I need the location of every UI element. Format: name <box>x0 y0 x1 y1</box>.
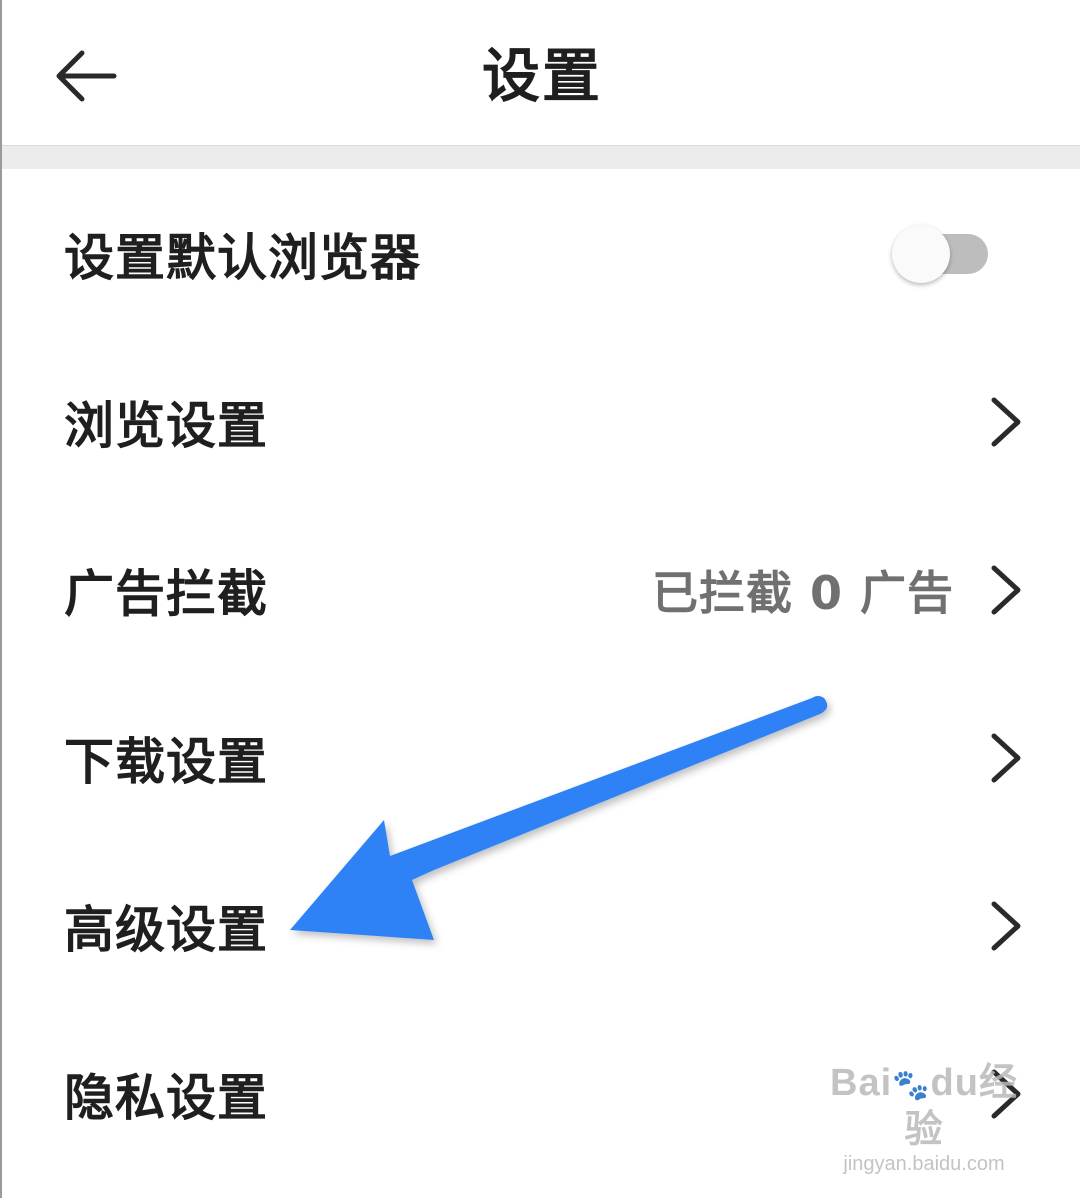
setting-row-default-browser[interactable]: 设置默认浏览器 <box>2 170 1080 338</box>
setting-row-advanced[interactable]: 高级设置 <box>2 842 1080 1010</box>
app-header: 设置 <box>2 0 1080 146</box>
chevron-right-icon <box>991 397 1021 447</box>
chevron-right-icon <box>991 901 1021 951</box>
setting-row-browse[interactable]: 浏览设置 <box>2 338 1080 506</box>
setting-label: 高级设置 <box>64 901 268 959</box>
settings-screen: 设置 设置默认浏览器 浏览设置 广告拦截 已拦截 0 广告 下载设置 高级设置 … <box>0 0 1080 1198</box>
baidu-jingyan-watermark: Bai🐾du经验 jingyan.baidu.com <box>824 1061 1024 1176</box>
adblock-count: 已拦截 0 广告 <box>651 566 954 620</box>
chevron-right-icon <box>991 733 1021 783</box>
setting-label: 设置默认浏览器 <box>64 229 421 287</box>
default-browser-toggle[interactable] <box>892 225 992 283</box>
watermark-url: jingyan.baidu.com <box>843 1153 1005 1175</box>
setting-label: 广告拦截 <box>64 565 268 623</box>
watermark-brand: Bai🐾du经验 <box>830 1062 1018 1151</box>
setting-label: 隐私设置 <box>64 1069 268 1127</box>
setting-row-adblock[interactable]: 广告拦截 已拦截 0 广告 <box>2 506 1080 674</box>
page-title: 设置 <box>481 42 602 110</box>
toggle-knob <box>892 225 950 283</box>
setting-row-download[interactable]: 下载设置 <box>2 674 1080 842</box>
setting-label: 浏览设置 <box>64 397 268 455</box>
section-divider <box>2 145 1080 169</box>
chevron-right-icon <box>991 565 1021 615</box>
paw-icon: 🐾 <box>892 1069 931 1102</box>
setting-label: 下载设置 <box>64 733 268 791</box>
settings-list: 设置默认浏览器 浏览设置 广告拦截 已拦截 0 广告 下载设置 高级设置 隐私设… <box>2 170 1080 1178</box>
